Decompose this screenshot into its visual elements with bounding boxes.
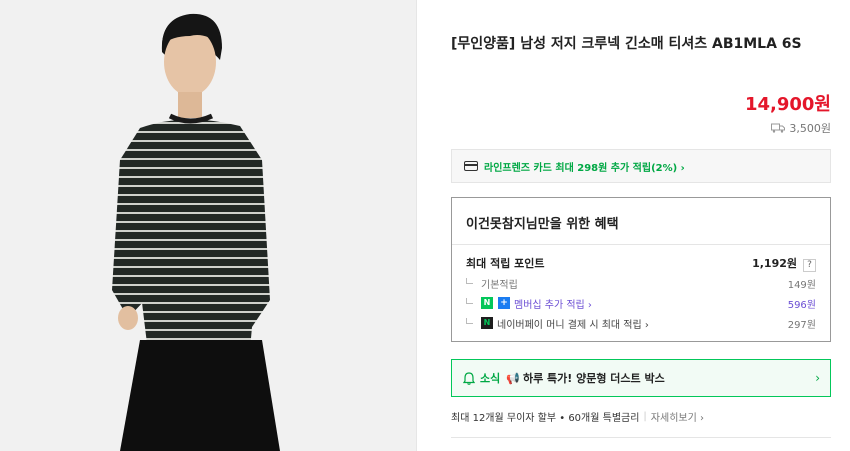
points-row-value: 297원 [787,319,816,331]
points-row-basic: 기본적립 149원 [466,273,816,293]
credit-card-icon [464,161,478,171]
tree-elbow-icon [466,298,473,304]
shipping-fee: 3,500원 [771,120,831,136]
card-promo-text: 라인프렌즈 카드 최대 298원 추가 적립(2%) › [484,162,685,174]
product-price: 14,900원 [744,94,831,115]
chevron-right-icon: › [815,371,820,385]
tree-elbow-icon [466,278,473,284]
news-banner[interactable]: 소식 📢 하루 특가! 양문형 더스트 박스 › [451,359,831,397]
plus-icon: + [498,297,510,309]
points-row-label: 기본적립 [481,279,518,291]
bell-icon [463,371,475,385]
news-label: 소식 [480,372,501,385]
naver-n-icon: N [481,297,493,309]
megaphone-icon: 📢 [506,371,520,385]
points-row-npay[interactable]: N 네이버페이 머니 결제 시 최대 적립 › 297원 [466,313,816,333]
shipping-fee-value: 3,500원 [789,122,831,135]
benefit-box: 이건못참지님만을 위한 혜택 최대 적립 포인트 1,192원? 기본적립 14… [451,197,831,342]
max-points-value-wrap: 1,192원? [752,255,816,272]
separator: | [643,411,647,422]
help-icon[interactable]: ? [803,258,816,272]
points-row-membership[interactable]: N + 멤버십 추가 적립 › 596원 [466,293,816,313]
news-text: 하루 특가! 양문형 더스트 박스 [522,372,665,385]
product-title: [무인양품] 남성 저지 크루넥 긴소매 티셔츠 AB1MLA 6S [451,36,802,52]
points-row-label[interactable]: 네이버페이 머니 결제 시 최대 적립 › [497,316,649,331]
points-row-value: 149원 [787,279,816,291]
installment-details-link[interactable]: 자세히보기 › [651,409,704,424]
divider [416,0,417,451]
truck-icon [771,123,786,133]
card-promo-banner[interactable]: 라인프렌즈 카드 최대 298원 추가 적립(2%) › [451,149,831,183]
points-row-label[interactable]: 멤버십 추가 적립 › [514,296,592,311]
tree-elbow-icon [466,318,473,324]
divider [451,437,831,438]
installment-info: 최대 12개월 무이자 할부 • 60개월 특별금리 | 자세히보기 › [451,409,704,424]
naver-pay-icon: N [481,317,493,329]
max-points-row: 최대 적립 포인트 1,192원? [466,253,816,273]
product-image[interactable] [0,0,416,451]
max-points-label: 최대 적립 포인트 [466,257,545,270]
installment-text: 최대 12개월 무이자 할부 • 60개월 특별금리 [451,413,640,424]
points-row-value: 596원 [787,299,816,311]
benefit-title: 이건못참지님만을 위한 혜택 [452,198,830,245]
max-points-value: 1,192원 [752,256,797,270]
